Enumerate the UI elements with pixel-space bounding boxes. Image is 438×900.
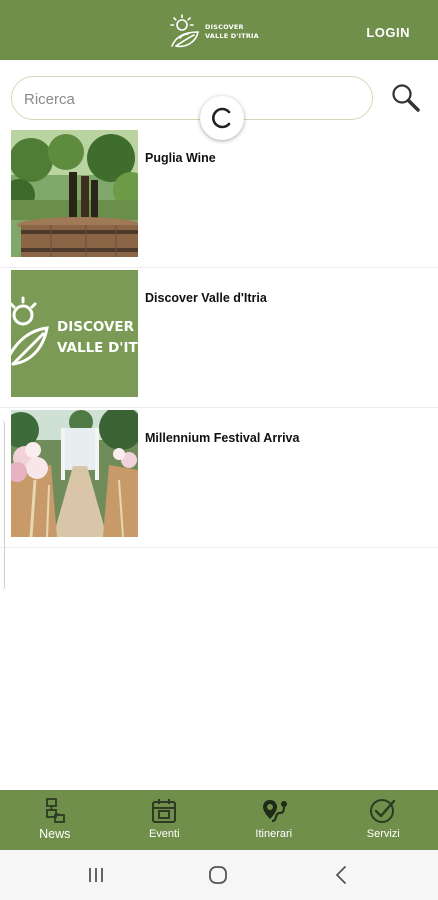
nav-label: Eventi: [148, 828, 180, 840]
map-pin-route-icon: [262, 800, 287, 822]
item-title: Discover Valle d'Itria: [145, 291, 267, 305]
nav-item-news[interactable]: News: [0, 790, 110, 850]
nav-item-servizi[interactable]: Servizi: [329, 790, 438, 850]
search-input[interactable]: [24, 87, 354, 111]
check-badge-icon: [370, 799, 396, 823]
logo-text: DISCOVER VALLE D'ITRIA: [205, 23, 259, 41]
nav-item-itinerari[interactable]: Itinerari: [219, 790, 329, 850]
news-icon: [45, 798, 65, 823]
loading-spinner-icon: [212, 107, 231, 129]
search-icon[interactable]: [390, 82, 422, 114]
app-logo[interactable]: DISCOVER VALLE D'ITRIA: [168, 12, 268, 52]
app-header: DISCOVER VALLE D'ITRIA LOGIN: [0, 0, 438, 60]
logo-line1: DISCOVER: [205, 23, 244, 31]
wedding-aisle-flowers-photo: [11, 410, 138, 537]
image-text-line1: DISCOVER: [57, 319, 135, 335]
discover-valle-ditria-logo: DISCOVER VALLE D'IT: [11, 270, 138, 397]
list-item[interactable]: DISCOVER VALLE D'IT Discover Valle d'Itr…: [0, 268, 438, 408]
side-drawer-handle[interactable]: [0, 420, 5, 590]
wine-barrel-vineyard-photo: [11, 130, 138, 257]
list-item[interactable]: Puglia Wine: [0, 128, 438, 268]
back-icon[interactable]: [330, 863, 354, 887]
calendar-icon: [152, 799, 177, 823]
image-text-line2: VALLE D'IT: [57, 340, 138, 356]
search-bar: [11, 76, 373, 120]
login-button[interactable]: LOGIN: [366, 25, 410, 40]
sun-leaf-logo-icon: [170, 14, 199, 48]
item-title: Millennium Festival Arriva: [145, 431, 300, 445]
nav-label: Servizi: [366, 828, 400, 840]
nav-item-eventi[interactable]: Eventi: [110, 790, 220, 850]
nav-label: News: [39, 827, 71, 841]
bottom-navigation: News Eventi Itinerari Servizi: [0, 790, 438, 850]
nav-label: Itinerari: [255, 828, 293, 840]
loading-spinner: [200, 96, 244, 140]
item-title: Puglia Wine: [145, 151, 216, 165]
logo-line2: VALLE D'ITRIA: [205, 32, 259, 40]
system-navigation-bar: [0, 850, 438, 900]
recent-apps-icon[interactable]: [84, 863, 108, 887]
home-icon[interactable]: [206, 863, 230, 887]
list-item[interactable]: Millennium Festival Arriva: [0, 408, 438, 548]
